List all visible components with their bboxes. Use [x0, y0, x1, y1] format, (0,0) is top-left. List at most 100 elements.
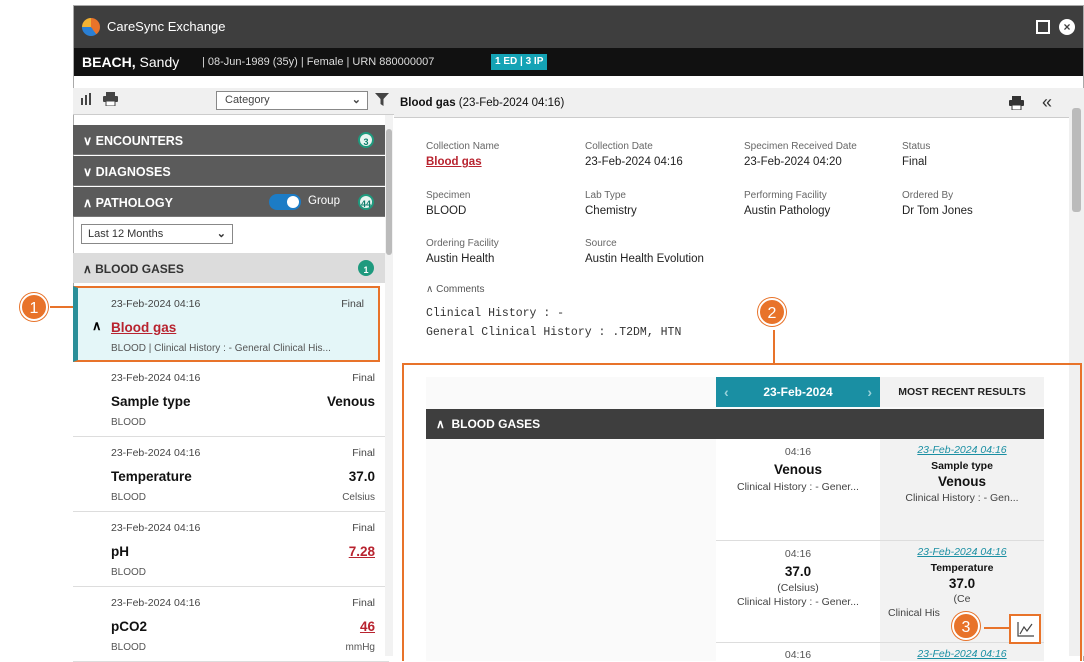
item-specimen: BLOOD [111, 642, 147, 653]
field-value: Dr Tom Jones [902, 205, 973, 217]
section-diagnoses-label: DIAGNOSES [95, 165, 171, 179]
results-date-header: ‹ 23-Feb-2024 › [716, 377, 880, 407]
category-select[interactable]: Category ⌄ [216, 91, 368, 110]
chevron-left-icon[interactable]: ‹ [724, 377, 729, 407]
chevron-down-icon: ∨ [83, 165, 93, 179]
section-encounters-label: ENCOUNTERS [95, 134, 184, 148]
item-specimen: BLOOD [111, 492, 147, 503]
section-encounters[interactable]: ∨ ENCOUNTERS 3 [73, 125, 389, 155]
print-icon[interactable] [1009, 96, 1024, 115]
item-status: Final [341, 298, 364, 310]
item-unit: Celsius [342, 492, 375, 503]
group-toggle[interactable] [269, 194, 301, 210]
results-group-label: BLOOD GASES [451, 417, 541, 431]
filter-icon[interactable] [375, 93, 389, 112]
subgroup-label: BLOOD GASES [95, 262, 184, 276]
chevron-right-icon[interactable]: › [867, 377, 872, 407]
item-unit: mmHg [345, 642, 375, 653]
chevron-up-icon: ∧ [83, 262, 92, 276]
result-value: Venous [773, 462, 822, 477]
most-recent-header: MOST RECENT RESULTS [880, 377, 1044, 407]
result-unit: (Celsius) [777, 582, 819, 594]
comment-line-2: General Clinical History : .T2DM, HTN [426, 326, 682, 339]
trend-chart-button[interactable] [1009, 614, 1041, 644]
date-range-select[interactable]: Last 12 Months ⌄ [81, 224, 233, 244]
comments-toggle[interactable]: ∧ Comments [426, 284, 484, 295]
toggle-knob [287, 196, 299, 208]
item-name: pCO2 [111, 619, 148, 634]
recent-date-link[interactable]: 23-Feb-2024 04:16 [880, 444, 1044, 456]
chevron-down-icon: ⌄ [351, 94, 361, 106]
item-name[interactable]: Blood gas [111, 320, 176, 335]
result-note: Clinical History : - Gener... [737, 596, 859, 608]
patient-name: BEACH, Sandy [82, 54, 179, 70]
field-label: Collection Date [585, 141, 653, 152]
result-cell[interactable]: 04:16 [716, 643, 880, 661]
close-icon[interactable]: × [1059, 19, 1075, 35]
print-icon[interactable] [103, 92, 118, 110]
section-pathology[interactable]: ∧ PATHOLOGY Group 44 [73, 187, 389, 217]
item-date: 23-Feb-2024 04:16 [111, 298, 201, 310]
item-date: 23-Feb-2024 04:16 [111, 522, 201, 534]
result-value: 37.0 [784, 564, 812, 579]
export-icon[interactable] [80, 92, 94, 110]
maximize-icon[interactable] [1036, 20, 1050, 34]
app-title: CareSync Exchange [107, 19, 226, 34]
callout-2: 2 [758, 298, 786, 326]
title-bar: CareSync Exchange × [74, 6, 1083, 48]
detail-header: Blood gas (23-Feb-2024 04:16) « [394, 88, 1070, 118]
recent-note: Clinical History : - Gen... [905, 492, 1019, 504]
detail-title: Blood gas (23-Feb-2024 04:16) [400, 97, 564, 109]
left-scrollbar-thumb[interactable] [386, 129, 392, 255]
field-value: Austin Pathology [744, 205, 831, 217]
recent-value: Venous [937, 474, 986, 489]
field-label: Lab Type [585, 190, 626, 201]
item-name: Sample type [111, 394, 191, 409]
field-collection-date: Collection Date 23-Feb-2024 04:16 [585, 141, 683, 168]
recent-date-link[interactable]: 23-Feb-2024 04:16 [880, 546, 1044, 558]
recent-date-link[interactable]: 23-Feb-2024 04:16 [880, 648, 1044, 660]
encounter-badge[interactable]: 1 ED | 3 IP [491, 54, 548, 70]
collapse-icon[interactable]: « [1042, 92, 1052, 113]
item-status: Final [352, 597, 375, 609]
field-label: Ordered By [902, 190, 954, 201]
list-item[interactable]: 23-Feb-2024 04:16 Final pH 7.28 BLOOD [73, 512, 389, 587]
results-date: 23-Feb-2024 [763, 385, 833, 399]
result-cell[interactable]: 04:16 37.0 (Celsius) Clinical History : … [716, 541, 880, 643]
patient-surname: BEACH, [82, 54, 136, 70]
item-date: 23-Feb-2024 04:16 [111, 447, 201, 459]
field-value[interactable]: Blood gas [426, 156, 499, 168]
recent-name: Sample type [931, 460, 993, 472]
item-status: Final [352, 522, 375, 534]
field-specimen: Specimen BLOOD [426, 190, 470, 217]
result-note: Clinical History : - Gener... [737, 481, 859, 493]
category-select-label: Category [225, 94, 270, 106]
left-scrollbar[interactable] [385, 115, 393, 656]
list-item[interactable]: 23-Feb-2024 04:16 Final Temperature 37.0… [73, 437, 389, 512]
recent-name: Temperature [930, 562, 994, 574]
list-item[interactable]: 23-Feb-2024 04:16 Final Sample type Veno… [73, 362, 389, 437]
list-item[interactable]: 23-Feb-2024 04:16 Final pCO2 46 BLOOD mm… [73, 587, 389, 662]
chevron-up-icon: ∧ [83, 196, 93, 210]
result-cell[interactable]: 04:16 Venous Clinical History : - Gener.… [716, 439, 880, 541]
field-performing-facility: Performing Facility Austin Pathology [744, 190, 830, 217]
recent-unit: (Ce [953, 593, 971, 605]
item-status: Final [352, 447, 375, 459]
section-diagnoses[interactable]: ∨ DIAGNOSES [73, 156, 389, 186]
list-item-blood-gas[interactable]: 23-Feb-2024 04:16 Final ∧ Blood gas BLOO… [73, 286, 380, 362]
recent-result-cell: 23-Feb-2024 04:16 Sample type Venous Cli… [880, 439, 1044, 541]
right-scrollbar-thumb[interactable] [1072, 108, 1081, 212]
field-lab-type: Lab Type Chemistry [585, 190, 637, 217]
date-range-label: Last 12 Months [88, 228, 164, 240]
patient-bar: BEACH, Sandy | 08-Jun-1989 (35y) | Femal… [74, 48, 1083, 76]
item-name: Temperature [111, 469, 192, 484]
item-status: Final [352, 372, 375, 384]
field-specimen-received-date: Specimen Received Date 23-Feb-2024 04:20 [744, 141, 857, 168]
patient-given: Sandy [135, 54, 180, 70]
subgroup-blood-gases[interactable]: ∧ BLOOD GASES 1 [73, 253, 389, 283]
field-value: Austin Health [426, 253, 495, 265]
chevron-down-icon: ⌄ [216, 228, 226, 240]
results-group-header[interactable]: ∧ BLOOD GASES [426, 409, 1044, 439]
callout-1: 1 [20, 293, 48, 321]
field-source: Source Austin Health Evolution [585, 238, 704, 265]
